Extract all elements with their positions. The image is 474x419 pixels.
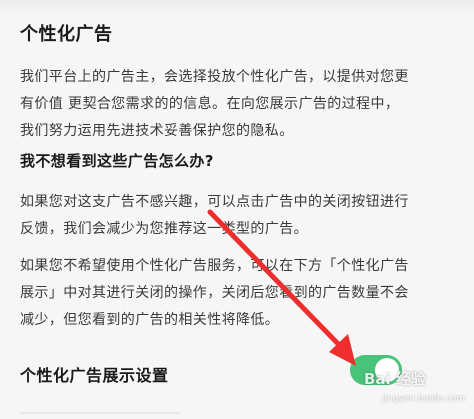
red-arrow-icon bbox=[207, 209, 356, 366]
bottom-divider bbox=[20, 412, 180, 414]
watermark-sub: jingyan.baidu.com bbox=[382, 394, 466, 404]
watermark: Bai 经验 bbox=[364, 370, 426, 388]
